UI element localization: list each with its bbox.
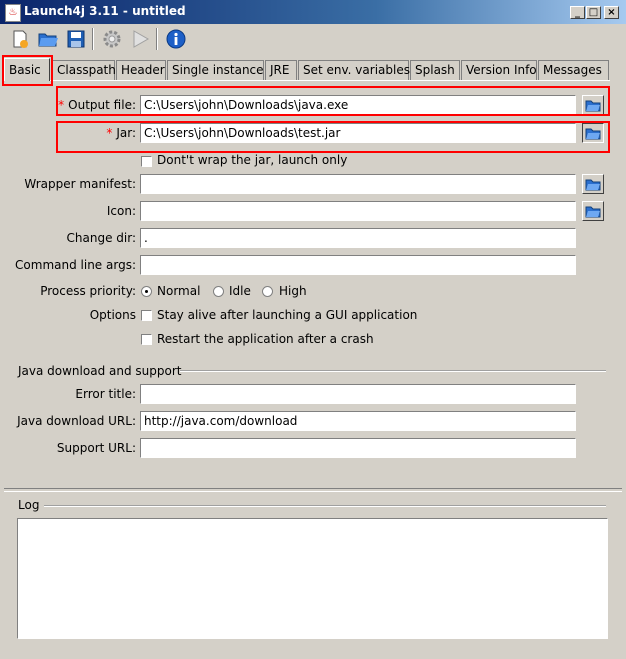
run-button[interactable] — [128, 27, 152, 51]
highlight-basic-tab — [2, 55, 53, 86]
tab-classpath[interactable]: Classpath — [52, 60, 116, 80]
build-button[interactable] — [100, 27, 124, 51]
toolbar-separator — [92, 28, 94, 50]
tab-jre[interactable]: JRE — [265, 60, 297, 80]
priority-high-radio[interactable] — [262, 286, 273, 297]
info-icon — [166, 29, 186, 49]
wrapper-manifest-browse-button[interactable] — [582, 174, 604, 194]
options-label: Options — [89, 308, 136, 322]
java-download-url-input[interactable]: http://java.com/download — [140, 411, 576, 431]
process-priority-label: Process priority: — [40, 284, 136, 298]
open-folder-icon — [38, 33, 58, 47]
priority-idle-radio[interactable] — [213, 286, 224, 297]
priority-normal-radio[interactable] — [141, 286, 152, 297]
save-button[interactable] — [64, 27, 88, 51]
java-download-url-label: Java download URL: — [17, 414, 136, 428]
log-divider — [44, 505, 606, 507]
gear-icon — [103, 30, 121, 48]
command-line-args-input[interactable] — [140, 255, 576, 275]
icon-input[interactable] — [140, 201, 576, 221]
highlight-output-file — [56, 86, 610, 116]
dont-wrap-checkbox[interactable] — [141, 156, 152, 167]
icon-browse-button[interactable] — [582, 201, 604, 221]
priority-high-label: High — [279, 284, 307, 298]
log-title: Log — [18, 498, 40, 512]
tab-splash[interactable]: Splash — [410, 60, 460, 80]
tab-single-instance[interactable]: Single instance — [167, 60, 264, 80]
wrapper-manifest-label: Wrapper manifest: — [24, 177, 136, 191]
folder-icon — [585, 206, 601, 217]
stay-alive-label: Stay alive after launching a GUI applica… — [157, 308, 418, 322]
tab-strip-line — [2, 80, 610, 81]
command-line-args-label: Command line args: — [15, 258, 136, 272]
change-dir-input[interactable]: . — [140, 228, 576, 248]
save-icon — [67, 30, 85, 48]
error-title-label: Error title: — [75, 387, 136, 401]
tab-version-info[interactable]: Version Info — [461, 60, 537, 80]
priority-normal-label: Normal — [157, 284, 201, 298]
app-java-icon: ♨ — [5, 4, 21, 22]
tab-header[interactable]: Header — [116, 60, 166, 80]
window-title: Launch4j 3.11 - untitled — [24, 4, 186, 18]
change-dir-label: Change dir: — [66, 231, 136, 245]
restart-label: Restart the application after a crash — [157, 332, 374, 346]
tab-set-env-variables[interactable]: Set env. variables — [298, 60, 410, 80]
error-title-input[interactable] — [140, 384, 576, 404]
toolbar-separator — [156, 28, 158, 50]
run-icon — [133, 30, 150, 48]
maximize-button[interactable]: □ — [586, 6, 601, 19]
restart-checkbox[interactable] — [141, 334, 152, 345]
open-button[interactable] — [36, 27, 60, 51]
java-download-section-title: Java download and support — [18, 364, 182, 378]
minimize-button[interactable]: _ — [570, 6, 585, 19]
support-url-input[interactable] — [140, 438, 576, 458]
tab-messages[interactable]: Messages — [538, 60, 609, 80]
support-url-label: Support URL: — [56, 441, 136, 455]
new-file-icon — [13, 30, 28, 48]
new-file-button[interactable] — [8, 27, 32, 51]
highlight-jar — [56, 121, 610, 153]
priority-idle-label: Idle — [229, 284, 251, 298]
section-divider — [180, 370, 606, 372]
about-button[interactable] — [164, 27, 188, 51]
log-textarea[interactable] — [17, 518, 608, 639]
stay-alive-checkbox[interactable] — [141, 310, 152, 321]
close-button[interactable]: × — [604, 6, 619, 19]
dont-wrap-label: Dont't wrap the jar, launch only — [157, 153, 348, 167]
panel-splitter[interactable] — [4, 488, 622, 492]
folder-icon — [585, 179, 601, 190]
wrapper-manifest-input[interactable] — [140, 174, 576, 194]
icon-label: Icon: — [106, 204, 136, 218]
